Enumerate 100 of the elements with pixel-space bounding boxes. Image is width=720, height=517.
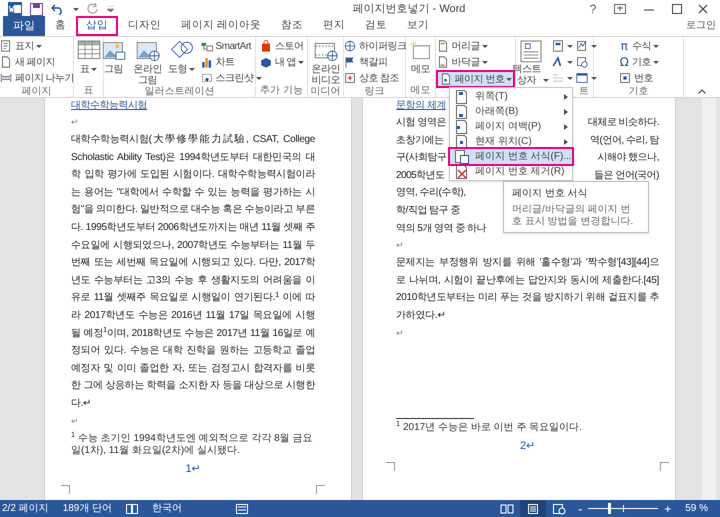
print-layout-button[interactable] xyxy=(520,500,546,517)
caret-icon xyxy=(298,60,304,64)
apps-icon xyxy=(259,56,272,68)
date-time-icon xyxy=(575,56,588,68)
text-line: 영역, 수리(수학), xyxy=(396,186,466,200)
ribbon-button[interactable]: Ω 기호 xyxy=(618,54,659,70)
customize-icon[interactable] xyxy=(107,6,114,12)
bottom-page-icon xyxy=(454,104,469,119)
flag-icon xyxy=(343,56,356,68)
ribbon-button[interactable]: 표지 xyxy=(0,38,74,54)
submenu-arrow-icon xyxy=(564,94,568,100)
collapse-ribbon-icon[interactable] xyxy=(698,89,706,94)
cross-reference-icon xyxy=(343,72,356,84)
submenu-arrow-icon xyxy=(564,124,568,130)
ribbon-button[interactable]: 페이지 나누기 xyxy=(0,70,74,86)
ribbon-icon-button[interactable] xyxy=(574,38,597,54)
ribbon-icon-button[interactable] xyxy=(550,38,573,54)
ribbon-display-icon[interactable] xyxy=(614,4,626,14)
ribbon-button[interactable]: 하이퍼링크 xyxy=(342,38,406,54)
ribbon-button[interactable]: 페이지 번호 xyxy=(436,70,516,88)
web-layout-icon xyxy=(552,502,566,514)
zoom-out-button[interactable]: - xyxy=(578,500,582,517)
ribbon-tab[interactable]: 삽입 xyxy=(76,16,118,36)
print-layout-icon xyxy=(526,502,540,514)
zoom-in-button[interactable]: + xyxy=(664,500,672,517)
caret-icon xyxy=(189,68,195,71)
group-label: 일러스트레이션 xyxy=(144,86,214,97)
word-count[interactable]: 189개 단어 xyxy=(62,501,112,516)
shopping-bag-icon xyxy=(259,40,272,52)
page-number: 1↵ xyxy=(184,462,202,476)
corner-mark-icon xyxy=(316,485,325,494)
caret-icon xyxy=(653,44,659,48)
slider-thumb[interactable] xyxy=(608,503,611,514)
save-icon[interactable] xyxy=(30,2,43,16)
ribbon-button[interactable]: π 수식 xyxy=(618,38,659,54)
ribbon-button[interactable]: 번호 xyxy=(618,70,659,86)
ribbon-tab[interactable]: 페이지 레이아웃 xyxy=(171,16,271,36)
undo-icon[interactable] xyxy=(51,3,65,15)
page-count[interactable]: 2/2 페이지 xyxy=(2,501,49,516)
ribbon-button[interactable]: 책갈피 xyxy=(342,54,406,70)
heading: 문항의 체계 xyxy=(396,99,446,113)
caret-icon xyxy=(482,60,488,64)
ribbon-tab[interactable]: 편지 xyxy=(312,16,355,36)
maximize-icon[interactable] xyxy=(672,4,682,14)
tooltip-title: 페이지 번호 서식 xyxy=(512,187,589,201)
ribbon-button[interactable]: 차트 xyxy=(200,54,262,70)
zoom-slider[interactable] xyxy=(588,503,658,514)
sign-in-link[interactable]: 로그인 xyxy=(686,18,716,33)
menu-item[interactable]: 페이지 번호 서식(F)... xyxy=(450,149,572,164)
ribbon-tab[interactable]: 검토 xyxy=(354,16,397,36)
ribbon-button[interactable]: SmartArt xyxy=(200,38,262,54)
ribbon-button[interactable]: 스토어 xyxy=(258,38,304,54)
picture-icon xyxy=(100,39,126,63)
caret-icon xyxy=(256,76,262,80)
group-label: 추가 기능 xyxy=(260,85,303,96)
scrollbar[interactable] xyxy=(702,98,716,500)
paragraph-mark: ↵ xyxy=(71,116,80,129)
caret-icon xyxy=(506,78,512,80)
ribbon-button[interactable]: 내 앱 xyxy=(258,54,304,70)
hyperlink-icon xyxy=(343,40,356,52)
page-number: 2↵ xyxy=(518,438,536,454)
proofing-icon[interactable] xyxy=(126,504,138,514)
ribbon-button[interactable]: 온라인 비디오 xyxy=(310,38,342,86)
submenu-arrow-icon xyxy=(564,108,568,114)
macro-icon[interactable] xyxy=(236,504,248,514)
menu-item[interactable]: 페이지 여백(P) xyxy=(450,119,572,134)
submenu-arrow-icon xyxy=(564,138,568,144)
file-tab[interactable]: 파일 xyxy=(3,16,45,36)
ribbon-button[interactable]: 상호 참조 xyxy=(342,70,406,86)
menu-item[interactable]: 아래쪽(B) xyxy=(450,104,572,119)
menu-item[interactable]: 페이지 번호 제거(R) xyxy=(450,164,572,179)
text-line: 대체로 비슷하다. xyxy=(588,116,659,130)
caret-icon xyxy=(590,76,597,80)
quick-parts-icon xyxy=(551,40,564,52)
ribbon-button[interactable]: 도형 xyxy=(166,38,198,75)
menu-item[interactable]: 위쪽(T) xyxy=(450,89,572,104)
object-icon xyxy=(575,72,588,84)
caret-icon xyxy=(566,76,573,80)
group-label: 표 xyxy=(84,85,94,96)
language[interactable]: 한국어 xyxy=(152,501,182,516)
ribbon-icon-button[interactable] xyxy=(574,70,597,86)
ribbon-tab[interactable]: 디자인 xyxy=(118,16,171,36)
ribbon-button[interactable]: 온라인 그림 xyxy=(132,38,164,86)
text-line: 초창기에는 xyxy=(396,134,444,148)
caret-icon[interactable] xyxy=(73,8,79,10)
close-icon[interactable] xyxy=(698,4,708,14)
ribbon-tab[interactable]: 홈 xyxy=(45,16,76,36)
ribbon-tab[interactable]: 보기 xyxy=(396,16,439,36)
help-button[interactable]: ? xyxy=(584,0,602,18)
paragraph: 대학수학능력시험(大學修學能力試驗, CSAT, College Scholastic Ability Test)은 1994학년도부터 대한민국의 대학 입학 평가에 도입된 시험이다. 대학수학능력시험이라는 용어는 "대학에서 수학할 수 있는 능력을 평가하는 시험"을 의미한다. 일반적으로 대수능 혹은 수능이라고 부른다. 1995학년도부터 2006학년도까지는 매년 11월 셋째 주 수요일에 시행되었으나, 2007학년도 수능부터는 11월 두번째 또는 세번째 목요일에 시행되고 있다. 다만, 2017학년도 수능부터는 고3의 수능 후 생활지도의 어려움을 이유로 11월 셋째주 목요일로 시행일이 연기된다.$^{1}$ 이에 따라 2017학년도 수능은 2016년 11월 17일 목요일에 시행될 예정$^{1}$이며, 2018학년도 수능은 2017년 11월 16일로 예정되어 있다. 수능은 대학 진학을 원하는 고등학교 졸업 예정자 및 이미 졸업한 자, 또는 검정고시 합격자를 비롯한 그에 상응하는 학력을 소지한 자 등을 대상으로 시행한다.↵ xyxy=(71,132,315,411)
text-line: 학/직업 탐구 중 xyxy=(396,204,460,218)
text-line: 역의 5개 영역 중 하나 xyxy=(396,222,486,236)
group-label: 메모 xyxy=(410,85,430,96)
window-title: 페이지번호넣기 - Word xyxy=(352,2,466,17)
ribbon-button[interactable]: 새 페이지 xyxy=(0,54,74,70)
corner-mark-icon xyxy=(61,485,70,494)
ribbon-tab[interactable]: 참조 xyxy=(270,16,313,36)
group-label: 링크 xyxy=(364,86,384,97)
zoom-level[interactable]: 59 % xyxy=(685,501,708,516)
ribbon-button[interactable]: 스크린샷 xyxy=(200,70,262,86)
